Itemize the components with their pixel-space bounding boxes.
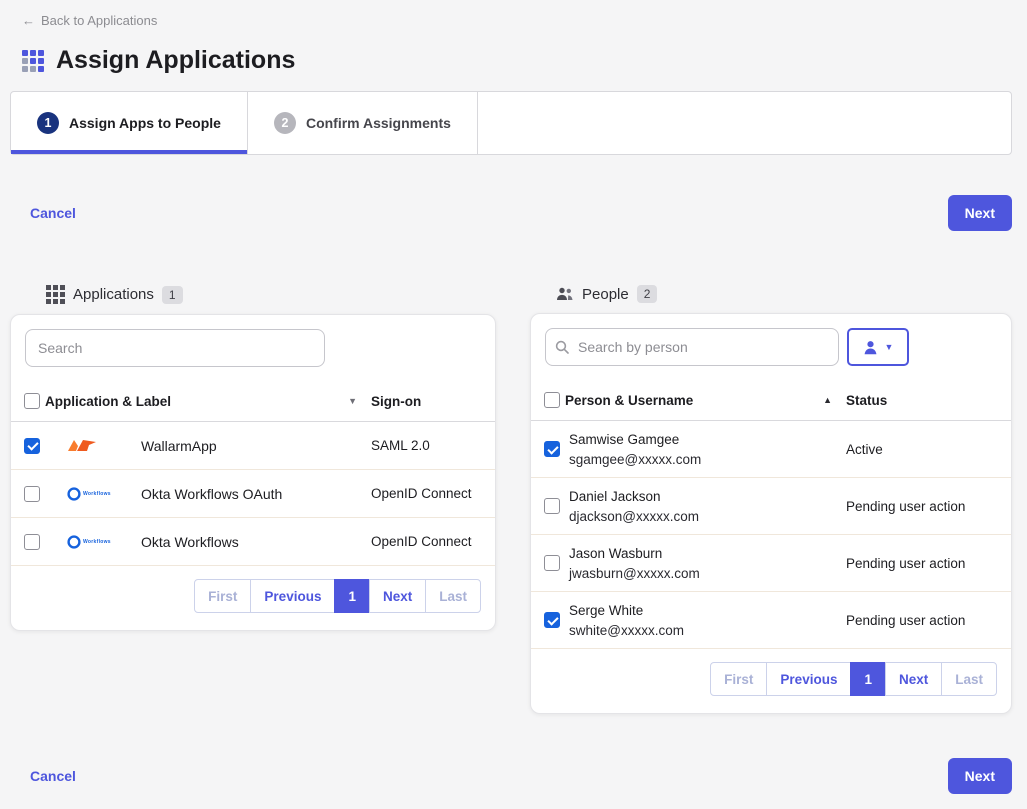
people-panel-title: People: [582, 286, 629, 303]
person-status: Pending user action: [846, 499, 1011, 514]
applications-count-badge: 1: [162, 286, 183, 304]
person-username: jwasburn@xxxxx.com: [569, 566, 846, 581]
applications-card: Application & Label ▼ Sign-on: [10, 314, 496, 631]
people-table-header: Person & Username ▲ Status: [531, 380, 1011, 421]
applications-search-row: [11, 315, 495, 381]
pagination-page-1-button[interactable]: 1: [334, 579, 370, 613]
pagination-first-button[interactable]: First: [710, 662, 767, 696]
people-search-row: ▼: [531, 314, 1011, 380]
assign-apps-grid-icon: [22, 50, 44, 72]
wallarm-logo-icon: [67, 438, 141, 453]
pagination-page-1-button[interactable]: 1: [850, 662, 886, 696]
assign-applications-page: ← Back to Applications Assign Applicatio…: [0, 0, 1027, 794]
panels-row: Applications 1 Application & Label ▼ Sig…: [10, 285, 1012, 714]
column-status: Status: [846, 393, 1011, 408]
sort-caret-up-icon[interactable]: ▲: [823, 395, 832, 405]
people-pagination: First Previous 1 Next Last: [531, 649, 1011, 713]
person-username: swhite@xxxxx.com: [569, 623, 846, 638]
applications-pagination: First Previous 1 Next Last: [11, 566, 495, 630]
applications-table-header: Application & Label ▼ Sign-on: [11, 381, 495, 422]
person-row: Daniel Jackson djackson@xxxxx.com Pendin…: [531, 478, 1011, 535]
application-name: Okta Workflows OAuth: [141, 486, 282, 502]
back-arrow-icon: ←: [22, 13, 35, 28]
tab-confirm-assignments[interactable]: 2 Confirm Assignments: [248, 92, 478, 154]
okta-workflows-logo-text: Workflows: [83, 491, 111, 497]
people-icon: [556, 287, 574, 301]
okta-workflows-logo-icon: Workflows: [67, 487, 141, 501]
next-button-top[interactable]: Next: [948, 195, 1012, 231]
applications-grid-icon: [46, 285, 65, 304]
page-title: Assign Applications: [56, 46, 295, 75]
okta-workflows-logo-icon: Workflows: [67, 535, 141, 549]
application-row: Workflows Okta Workflows OpenID Connect: [11, 518, 495, 566]
person-name: Samwise Gamgee: [569, 432, 846, 447]
pagination-previous-button[interactable]: Previous: [766, 662, 851, 696]
application-name: WallarmApp: [141, 438, 217, 454]
application-signon: SAML 2.0: [371, 438, 495, 453]
person-row: Serge White swhite@xxxxx.com Pending use…: [531, 592, 1011, 649]
applications-search-input[interactable]: [25, 329, 325, 367]
applications-panel: Applications 1 Application & Label ▼ Sig…: [10, 285, 496, 631]
person-icon: [863, 340, 878, 355]
person-row: Samwise Gamgee sgamgee@xxxxx.com Active: [531, 421, 1011, 478]
person-username: sgamgee@xxxxx.com: [569, 452, 846, 467]
person-status: Pending user action: [846, 613, 1011, 628]
person-name: Daniel Jackson: [569, 489, 846, 504]
application-signon: OpenID Connect: [371, 486, 495, 501]
bottom-actions-row: Cancel Next: [30, 758, 1012, 794]
wizard-tabs: 1 Assign Apps to People 2 Confirm Assign…: [10, 91, 1012, 155]
people-panel: People 2: [530, 285, 1012, 714]
person-name: Serge White: [569, 603, 846, 618]
pagination-next-button[interactable]: Next: [369, 579, 426, 613]
application-row-checkbox[interactable]: [24, 486, 40, 502]
person-name: Jason Wasburn: [569, 546, 846, 561]
person-row-checkbox[interactable]: [544, 612, 560, 628]
person-row-checkbox[interactable]: [544, 441, 560, 457]
people-panel-header: People 2: [556, 285, 1012, 303]
application-name: Okta Workflows: [141, 534, 239, 550]
application-row-checkbox[interactable]: [24, 438, 40, 454]
person-username: djackson@xxxxx.com: [569, 509, 846, 524]
application-row: Workflows Okta Workflows OAuth OpenID Co…: [11, 470, 495, 518]
applications-panel-header: Applications 1: [46, 285, 496, 304]
applications-panel-title: Applications: [73, 286, 154, 303]
people-count-badge: 2: [637, 285, 658, 303]
top-actions-row: Cancel Next: [30, 195, 1012, 231]
application-row: WallarmApp SAML 2.0: [11, 422, 495, 470]
person-row-checkbox[interactable]: [544, 555, 560, 571]
people-card: ▼ Person & Username ▲ Status: [530, 313, 1012, 714]
pagination-previous-button[interactable]: Previous: [250, 579, 335, 613]
application-signon: OpenID Connect: [371, 534, 495, 549]
person-status: Active: [846, 442, 1011, 457]
people-filter-button[interactable]: ▼: [847, 328, 909, 366]
application-row-checkbox[interactable]: [24, 534, 40, 550]
person-row: Jason Wasburn jwasburn@xxxxx.com Pending…: [531, 535, 1011, 592]
step-1-circle: 1: [37, 112, 59, 134]
person-row-checkbox[interactable]: [544, 498, 560, 514]
person-status: Pending user action: [846, 556, 1011, 571]
back-link[interactable]: ← Back to Applications: [22, 13, 157, 28]
people-search-input[interactable]: [545, 328, 839, 366]
cancel-link-top[interactable]: Cancel: [30, 205, 76, 221]
tab-assign-apps-to-people[interactable]: 1 Assign Apps to People: [11, 92, 248, 154]
column-application-label: Application & Label: [45, 394, 171, 409]
step-2-circle: 2: [274, 112, 296, 134]
pagination-last-button[interactable]: Last: [425, 579, 481, 613]
pagination-first-button[interactable]: First: [194, 579, 251, 613]
title-row: Assign Applications: [22, 46, 1027, 75]
cancel-link-bottom[interactable]: Cancel: [30, 768, 76, 784]
column-sign-on: Sign-on: [371, 394, 495, 409]
sort-caret-down-icon[interactable]: ▼: [348, 396, 357, 406]
select-all-applications-checkbox[interactable]: [24, 393, 40, 409]
tab-label: Confirm Assignments: [306, 115, 451, 131]
pagination-last-button[interactable]: Last: [941, 662, 997, 696]
column-person-username: Person & Username: [565, 393, 693, 408]
okta-workflows-logo-text: Workflows: [83, 539, 111, 545]
tab-label: Assign Apps to People: [69, 115, 221, 131]
back-link-label: Back to Applications: [41, 13, 157, 28]
select-all-people-checkbox[interactable]: [544, 392, 560, 408]
chevron-down-icon: ▼: [885, 342, 894, 352]
next-button-bottom[interactable]: Next: [948, 758, 1012, 794]
pagination-next-button[interactable]: Next: [885, 662, 942, 696]
